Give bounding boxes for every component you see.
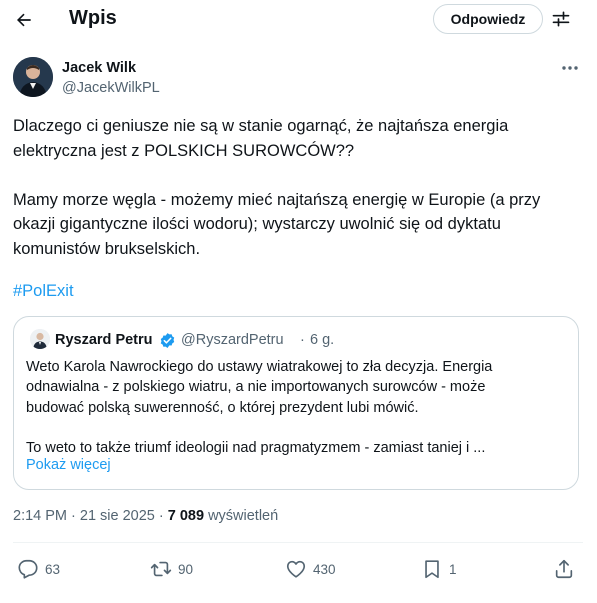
bookmark-count: 1 (449, 561, 457, 577)
like-action-button[interactable]: 430 (285, 556, 336, 582)
sliders-icon (552, 11, 570, 27)
repost-action-button[interactable]: 90 (150, 556, 193, 582)
tweet-line: elektryczna jest z POLSKICH SUROWCÓW?? (13, 141, 355, 160)
bookmark-icon (425, 560, 439, 579)
quoted-timestamp: 6 g. (310, 332, 335, 348)
hashtag-link[interactable]: #PolExit (13, 282, 74, 301)
views-label: wyświetleń (204, 508, 279, 524)
quote-line: Weto Karola Nawrockiego do ustawy wiatra… (26, 359, 493, 375)
more-dots-icon (562, 66, 578, 70)
reply-bubble-icon (18, 559, 38, 579)
author-handle[interactable]: @JacekWilkPL (62, 80, 160, 96)
tweet-line: Mamy morze węgla - możemy mieć najtańszą… (13, 190, 541, 209)
action-bar: 63 90 430 1 (0, 556, 597, 582)
header-bar: Wpis Odpowiedz (0, 0, 597, 40)
quote-line: odnawialna - z polskiego wiatru, a nie i… (26, 379, 486, 396)
dot-separator: · (300, 332, 305, 348)
person-photo-icon (13, 57, 53, 97)
quoted-author-handle: @RyszardPetru (181, 332, 284, 348)
quoted-author-name: Ryszard Petru (55, 332, 153, 348)
quote-line: To weto to także triumf ideologii nad pr… (26, 439, 486, 456)
quoted-author-avatar (30, 329, 50, 349)
tweet-text: Dlaczego ci geniusze nie są w stanie oga… (13, 114, 583, 261)
author-avatar[interactable] (13, 57, 53, 97)
share-upload-icon (555, 559, 573, 579)
show-more-link[interactable]: Pokaż więcej (26, 457, 111, 473)
arrow-left-icon (17, 13, 31, 27)
divider (13, 542, 583, 543)
quote-line: budować polską suwerenność, o której pre… (26, 399, 419, 416)
quoted-tweet-text: Weto Karola Nawrockiego do ustawy wiatra… (26, 357, 571, 458)
verified-badge-icon (160, 333, 175, 348)
filter-button[interactable] (548, 6, 574, 32)
reply-button[interactable]: Odpowiedz (433, 4, 543, 34)
like-count: 430 (313, 561, 336, 577)
reply-action-button[interactable]: 63 (17, 556, 60, 582)
person-photo-icon (30, 329, 50, 349)
repost-icon (150, 561, 172, 577)
heart-icon (286, 560, 306, 578)
page-title: Wpis (69, 7, 117, 29)
tweet-line: komunistów brukselskich. (13, 239, 201, 258)
more-options-button[interactable] (558, 58, 582, 78)
tweet-datetime[interactable]: 2:14 PM · 21 sie 2025 · (13, 508, 168, 524)
back-button[interactable] (8, 4, 40, 36)
author-name[interactable]: Jacek Wilk (62, 60, 136, 76)
quoted-tweet-card[interactable]: Ryszard Petru @RyszardPetru · 6 g. Weto … (13, 316, 579, 490)
tweet-line: okazji gigantyczne ilości wodoru); wysta… (13, 215, 501, 233)
share-action-button[interactable] (553, 556, 575, 582)
bookmark-action-button[interactable]: 1 (421, 556, 457, 582)
repost-count: 90 (178, 561, 194, 577)
tweet-line: Dlaczego ci geniusze nie są w stanie oga… (13, 117, 509, 135)
tweet-meta: 2:14 PM · 21 sie 2025 · 7 089 wyświetleń (13, 508, 278, 524)
reply-count: 63 (45, 561, 61, 577)
views-count: 7 089 (167, 508, 205, 524)
